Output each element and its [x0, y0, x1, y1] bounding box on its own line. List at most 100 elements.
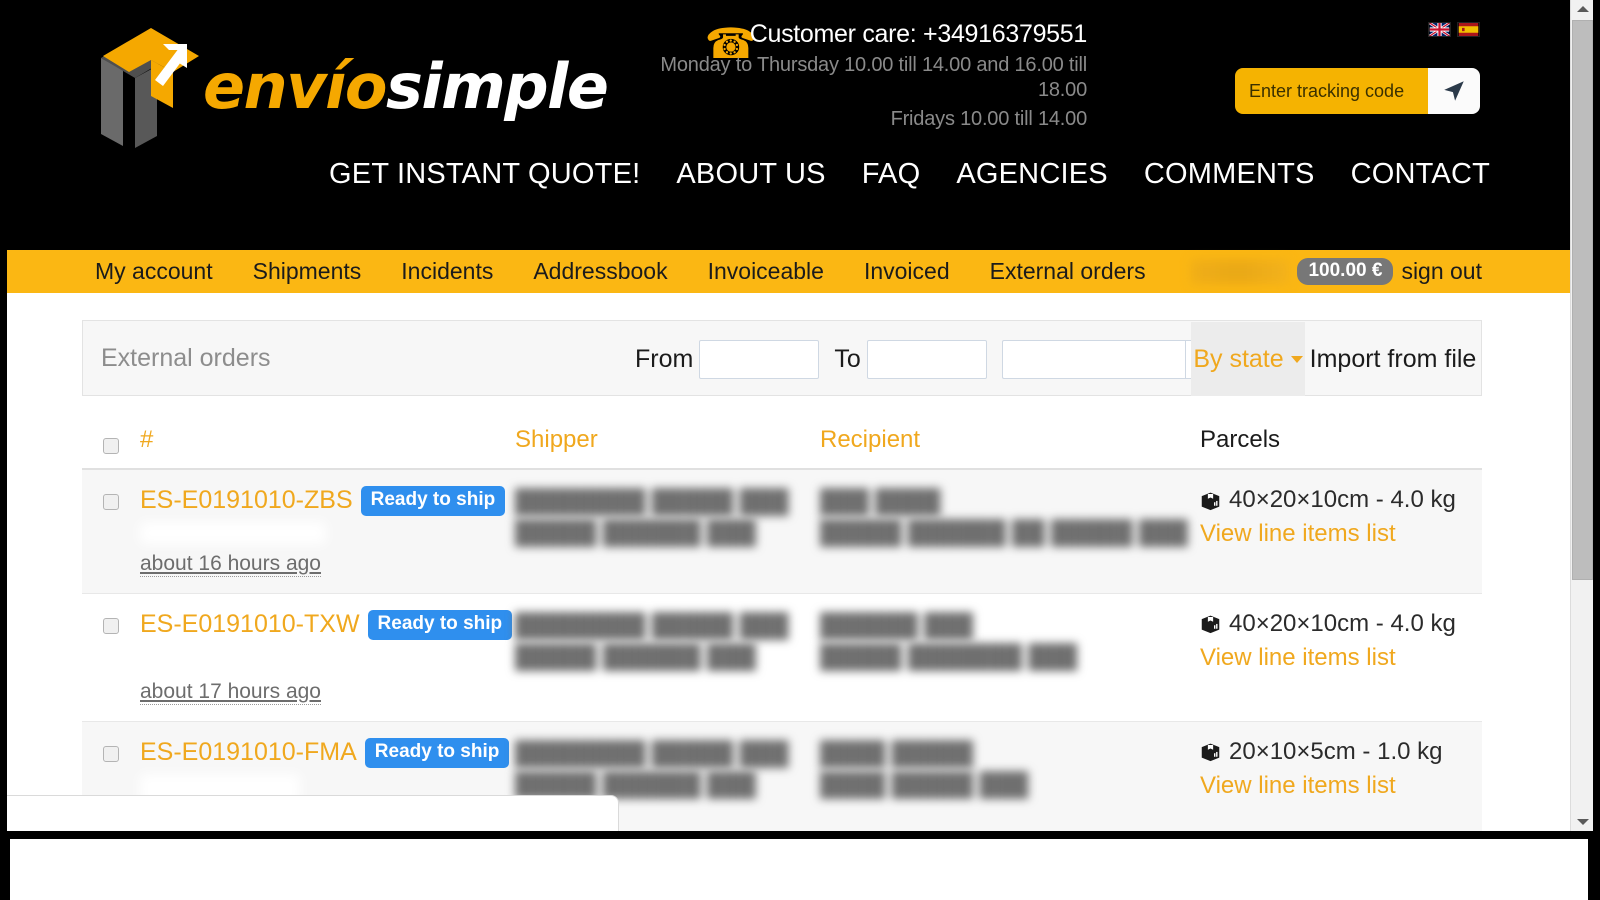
logo-wordmark: envíosimple	[203, 56, 607, 118]
recipient-address: █████ ███████ ███	[820, 641, 1200, 672]
nav-item-comments[interactable]: COMMENTS	[1144, 158, 1315, 191]
browser-window: envíosimple ☎ Customer care: +3491637955…	[0, 0, 1600, 900]
parcel-dimensions-line: 40×20×10cm - 4.0 kg	[1200, 610, 1482, 638]
contact-info: Customer care: +34916379551 Monday to Th…	[607, 20, 1087, 132]
column-sort-recipient[interactable]: Recipient	[820, 426, 920, 453]
parcel-dimensions: 20×10×5cm - 1.0 kg	[1229, 738, 1442, 766]
nav-item-agencies[interactable]: AGENCIES	[956, 158, 1107, 191]
parcel-dimensions: 40×20×10cm - 4.0 kg	[1229, 486, 1456, 514]
window-frame-left	[0, 0, 7, 838]
tracking-form[interactable]	[1235, 68, 1480, 114]
to-label: To	[834, 345, 860, 374]
window-frame-bottom-left	[0, 838, 10, 900]
row-select-cell	[82, 593, 140, 721]
language-switcher[interactable]	[1428, 22, 1480, 37]
chevron-down-icon	[1291, 356, 1303, 363]
select-all-checkbox[interactable]	[103, 438, 119, 454]
nav-item-get-instant-quote[interactable]: GET INSTANT QUOTE!	[329, 158, 640, 191]
view-line-items-link[interactable]: View line items list	[1200, 772, 1396, 800]
site-logo[interactable]: envíosimple	[95, 18, 535, 148]
table-header: # Shipper Recipient Parcels	[82, 418, 1482, 469]
order-number-line: ES-E0191010-FMA Ready to ship	[140, 738, 515, 768]
search-input[interactable]	[1002, 340, 1185, 379]
username-redacted	[1191, 260, 1289, 284]
nav-item-contact[interactable]: CONTACT	[1351, 158, 1490, 191]
balance-badge: 100.00 €	[1297, 258, 1393, 285]
shipper-name: ████████ █████ ███	[515, 610, 820, 641]
by-state-label: By state	[1193, 345, 1283, 374]
sign-out-link[interactable]: sign out	[1401, 258, 1482, 285]
scrollbar-thumb[interactable]	[1572, 20, 1593, 580]
from-label: From	[635, 345, 693, 374]
flag-spain-icon[interactable]	[1457, 22, 1480, 37]
main-navigation[interactable]: GET INSTANT QUOTE! ABOUT US FAQ AGENCIES…	[329, 158, 1490, 191]
table-row[interactable]: ES-E0191010-TXW Ready to ship about 17 h…	[82, 593, 1482, 721]
opening-hours-weekdays: Monday to Thursday 10.00 till 14.00 and …	[607, 53, 1087, 103]
box-icon	[1200, 490, 1221, 511]
order-number-link[interactable]: ES-E0191010-FMA	[140, 738, 357, 767]
table-header-row: # Shipper Recipient Parcels	[82, 418, 1482, 469]
scroll-up-button[interactable]	[1571, 0, 1594, 18]
column-header-number[interactable]: #	[140, 418, 515, 469]
row-parcels-cell: 40×20×10cm - 4.0 kg View line items list	[1200, 593, 1482, 721]
row-parcels-cell: 40×20×10cm - 4.0 kg View line items list	[1200, 469, 1482, 593]
row-recipient-cell: ████ █████ ████ █████ ███	[820, 721, 1200, 831]
window-frame-bottom-right	[1588, 838, 1600, 900]
time-ago-link[interactable]: about 17 hours ago	[140, 680, 321, 705]
account-nav-invoiceable[interactable]: Invoiceable	[708, 258, 824, 285]
account-nav-shipments[interactable]: Shipments	[253, 258, 362, 285]
order-number-line: ES-E0191010-TXW Ready to ship	[140, 610, 515, 640]
table-row[interactable]: ES-E0191010-ZBS Ready to ship about 16 h…	[82, 469, 1482, 593]
main-body: External orders From To By sta	[7, 293, 1570, 831]
account-nav-incidents[interactable]: Incidents	[401, 258, 493, 285]
status-badge: Ready to ship	[368, 610, 513, 640]
account-nav-items[interactable]: My account Shipments Incidents Addressbo…	[95, 258, 1146, 285]
row-recipient-cell: ██████ ███ █████ ███████ ███	[820, 593, 1200, 721]
parcel-dimensions: 40×20×10cm - 4.0 kg	[1229, 610, 1456, 638]
external-orders-table: # Shipper Recipient Parcels	[82, 418, 1482, 831]
nav-item-about-us[interactable]: ABOUT US	[676, 158, 825, 191]
column-sort-number[interactable]: #	[140, 426, 153, 453]
account-nav-my-account[interactable]: My account	[95, 258, 213, 285]
page-title: External orders	[101, 344, 271, 373]
import-from-file-label: Import from file	[1310, 345, 1477, 374]
column-header-parcels: Parcels	[1200, 418, 1482, 469]
bottom-popup-panel	[7, 795, 619, 831]
row-number-cell: ES-E0191010-ZBS Ready to ship about 16 h…	[140, 469, 515, 593]
customer-care-phone: Customer care: +34916379551	[607, 20, 1087, 49]
row-checkbox[interactable]	[103, 494, 119, 510]
view-line-items-link[interactable]: View line items list	[1200, 520, 1396, 548]
status-badge: Ready to ship	[365, 738, 510, 768]
vertical-scrollbar[interactable]	[1570, 0, 1593, 831]
flag-uk-icon[interactable]	[1428, 22, 1451, 37]
by-state-dropdown[interactable]: By state	[1191, 322, 1305, 396]
window-frame-bottom	[0, 831, 1600, 839]
customer-name-redacted	[140, 646, 300, 672]
column-sort-shipper[interactable]: Shipper	[515, 426, 598, 453]
import-from-file-button[interactable]: Import from file	[1305, 322, 1481, 396]
tracking-submit-button[interactable]	[1428, 68, 1480, 114]
row-checkbox[interactable]	[103, 746, 119, 762]
view-line-items-link[interactable]: View line items list	[1200, 644, 1396, 672]
tracking-code-input[interactable]	[1235, 68, 1428, 114]
account-nav-invoiced[interactable]: Invoiced	[864, 258, 950, 285]
recipient-address: █████ ██████ ██ █████ ███	[820, 517, 1200, 548]
order-number-link[interactable]: ES-E0191010-ZBS	[140, 486, 353, 515]
scroll-down-button[interactable]	[1571, 813, 1594, 831]
recipient-name: ███ ████	[820, 486, 1200, 517]
order-number-link[interactable]: ES-E0191010-TXW	[140, 610, 360, 639]
arrow-cube-logo-icon	[95, 22, 205, 148]
row-checkbox[interactable]	[103, 618, 119, 634]
column-header-recipient[interactable]: Recipient	[820, 418, 1200, 469]
column-header-shipper[interactable]: Shipper	[515, 418, 820, 469]
to-date-input[interactable]	[867, 340, 987, 379]
parcel-dimensions-line: 40×20×10cm - 4.0 kg	[1200, 486, 1482, 514]
time-ago-link[interactable]: about 16 hours ago	[140, 552, 321, 577]
nav-item-faq[interactable]: FAQ	[862, 158, 921, 191]
opening-hours-friday: Fridays 10.00 till 14.00	[607, 107, 1087, 132]
from-date-input[interactable]	[699, 340, 819, 379]
account-nav-addressbook[interactable]: Addressbook	[533, 258, 667, 285]
account-nav-external-orders[interactable]: External orders	[990, 258, 1146, 285]
recipient-name: ██████ ███	[820, 610, 1200, 641]
row-select-cell	[82, 469, 140, 593]
